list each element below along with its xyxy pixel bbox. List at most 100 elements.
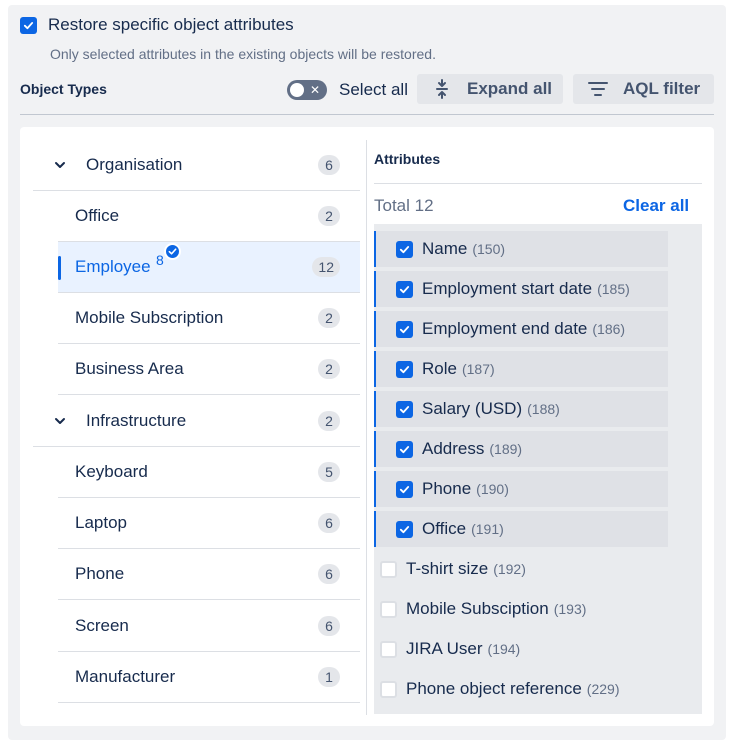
toolbar-divider bbox=[20, 114, 714, 115]
attribute-name: T-shirt size bbox=[406, 559, 489, 578]
attribute-item[interactable]: Mobile Subsciption (193) bbox=[374, 591, 702, 627]
tree-item-label: Business Area bbox=[75, 359, 184, 378]
attribute-id: (189) bbox=[489, 441, 523, 457]
chevron-down-icon[interactable] bbox=[53, 158, 67, 172]
count-badge: 5 bbox=[318, 462, 340, 482]
attribute-id: (194) bbox=[487, 641, 521, 657]
tree-item-laptop[interactable]: Laptop 6 bbox=[58, 498, 360, 549]
tree-item-organisation[interactable]: Organisation 6 bbox=[33, 140, 360, 191]
attribute-name: Salary (USD) bbox=[422, 399, 523, 418]
expand-vertical-icon bbox=[429, 79, 455, 99]
attribute-id: (193) bbox=[553, 601, 587, 617]
checkbox-icon[interactable] bbox=[380, 600, 397, 618]
expand-all-label: Expand all bbox=[467, 79, 553, 98]
checkbox-icon[interactable] bbox=[396, 320, 413, 338]
attribute-item[interactable]: T-shirt size (192) bbox=[374, 551, 702, 587]
expand-all-button[interactable]: Expand all bbox=[417, 74, 563, 104]
checkbox-icon[interactable] bbox=[396, 440, 413, 458]
count-badge: 1 bbox=[318, 667, 340, 687]
checkbox-icon[interactable] bbox=[396, 280, 413, 298]
checkbox-icon[interactable] bbox=[396, 240, 413, 258]
checkbox-icon[interactable] bbox=[380, 680, 397, 698]
attribute-name: Phone object reference bbox=[406, 679, 582, 698]
select-all-toggle[interactable]: ✕ bbox=[287, 80, 327, 100]
attribute-name: Employment end date bbox=[422, 319, 588, 338]
attribute-item[interactable]: Name (150) bbox=[374, 231, 668, 267]
select-all-label: Select all bbox=[339, 80, 408, 99]
attribute-name: Address bbox=[422, 439, 485, 458]
count-badge: 6 bbox=[318, 155, 340, 175]
tree-item-infrastructure[interactable]: Infrastructure 2 bbox=[33, 396, 360, 447]
tree-item-office[interactable]: Office 2 bbox=[58, 191, 360, 242]
count-badge: 2 bbox=[318, 359, 340, 379]
attribute-id: (150) bbox=[472, 241, 506, 257]
count-badge: 6 bbox=[318, 513, 340, 533]
aql-filter-button[interactable]: AQL filter bbox=[573, 74, 714, 104]
attribute-item[interactable]: Phone (190) bbox=[374, 471, 668, 507]
tree-item-label: Phone bbox=[75, 564, 125, 583]
attribute-item[interactable]: Employment end date (186) bbox=[374, 311, 668, 347]
tree-item-phone[interactable]: Phone 6 bbox=[58, 549, 360, 600]
attribute-id: (192) bbox=[493, 561, 526, 577]
selected-attributes-badge: 8 bbox=[156, 243, 181, 268]
attribute-name: Role bbox=[422, 359, 457, 378]
checkbox-icon[interactable] bbox=[396, 520, 413, 538]
attribute-id: (191) bbox=[471, 521, 504, 537]
attribute-id: (229) bbox=[586, 681, 620, 697]
selected-count: 8 bbox=[156, 252, 164, 268]
checkbox-icon[interactable] bbox=[380, 640, 397, 658]
count-badge: 6 bbox=[318, 564, 340, 584]
attribute-id: (188) bbox=[527, 401, 560, 417]
restore-checkbox[interactable] bbox=[20, 16, 37, 34]
restore-description: Only selected attributes in the existing… bbox=[50, 46, 436, 62]
attributes-divider bbox=[374, 183, 702, 184]
close-icon: ✕ bbox=[310, 83, 321, 97]
attributes-heading: Attributes bbox=[374, 151, 441, 167]
attribute-item[interactable]: Salary (USD) (188) bbox=[374, 391, 668, 427]
tree-item-label: Keyboard bbox=[75, 462, 148, 481]
attribute-name: Mobile Subsciption bbox=[406, 599, 549, 618]
attribute-item[interactable]: Office (191) bbox=[374, 511, 668, 547]
tree-item-label: Laptop bbox=[75, 513, 127, 532]
count-badge: 12 bbox=[312, 257, 340, 277]
checkbox-icon[interactable] bbox=[396, 400, 413, 418]
tree-item-label: Employee bbox=[75, 257, 151, 276]
checkbox-icon[interactable] bbox=[396, 480, 413, 498]
tree-item-label: Screen bbox=[75, 616, 129, 635]
tree-item-employee[interactable]: Employee 8 12 bbox=[58, 242, 360, 293]
tree-item-label: Organisation bbox=[86, 155, 183, 174]
attribute-item[interactable]: Role (187) bbox=[374, 351, 668, 387]
tree-item-mobile-subscription[interactable]: Mobile Subscription 2 bbox=[58, 293, 360, 344]
attribute-name: JIRA User bbox=[406, 639, 483, 658]
attribute-item[interactable]: Phone object reference (229) bbox=[374, 671, 702, 707]
restore-attributes-row[interactable]: Restore specific object attributes bbox=[20, 15, 294, 35]
toggle-knob bbox=[290, 83, 304, 97]
count-badge: 2 bbox=[318, 206, 340, 226]
tree-item-screen[interactable]: Screen 6 bbox=[58, 601, 360, 652]
clear-all-link[interactable]: Clear all bbox=[623, 196, 689, 216]
tree-item-label: Office bbox=[75, 206, 120, 225]
chevron-down-icon[interactable] bbox=[53, 414, 67, 428]
attribute-name: Name bbox=[422, 239, 468, 258]
checkmark-icon bbox=[23, 21, 34, 29]
filter-icon bbox=[585, 81, 611, 97]
attribute-name: Office bbox=[422, 519, 467, 538]
tree-item-manufacturer[interactable]: Manufacturer 1 bbox=[58, 652, 360, 703]
attribute-item[interactable]: JIRA User (194) bbox=[374, 631, 702, 667]
attribute-id: (186) bbox=[592, 321, 626, 337]
check-circle-icon bbox=[164, 243, 181, 260]
restore-label: Restore specific object attributes bbox=[48, 15, 294, 34]
tree-item-keyboard[interactable]: Keyboard 5 bbox=[58, 447, 360, 498]
object-types-heading: Object Types bbox=[20, 81, 107, 97]
attribute-name: Phone bbox=[422, 479, 472, 498]
attribute-id: (187) bbox=[461, 361, 495, 377]
attribute-name: Employment start date bbox=[422, 279, 593, 298]
checkbox-icon[interactable] bbox=[396, 360, 413, 378]
tree-item-business-area[interactable]: Business Area 2 bbox=[58, 344, 360, 395]
attribute-list: Name (150) Employment start date (185) E… bbox=[374, 224, 702, 714]
panel-divider bbox=[366, 140, 367, 715]
checkbox-icon[interactable] bbox=[380, 560, 397, 578]
attribute-item[interactable]: Address (189) bbox=[374, 431, 668, 467]
attribute-item[interactable]: Employment start date (185) bbox=[374, 271, 668, 307]
total-count: Total 12 bbox=[374, 196, 434, 215]
